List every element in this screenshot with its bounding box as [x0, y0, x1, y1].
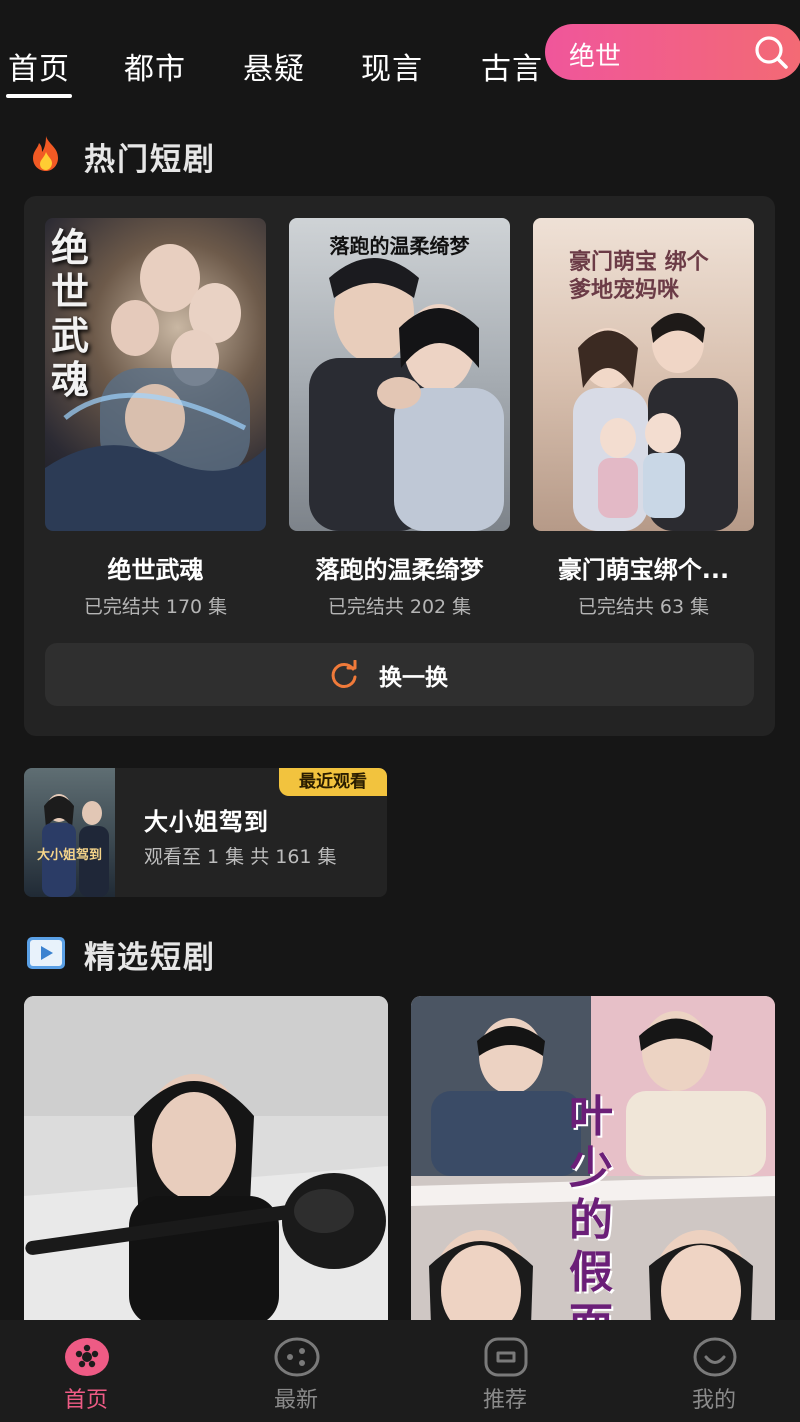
hot-panel: 绝世武魂 绝世武魂 已完结共 170 集 落跑的温柔绮梦 落跑的温柔绮梦 已完结… [24, 196, 775, 736]
drama-title: 落跑的温柔绮梦 [315, 556, 484, 584]
tab-modern-romance[interactable]: 现言 [361, 44, 423, 88]
search-icon[interactable] [753, 34, 789, 70]
bottom-nav: 首页 最新 推荐 我的 [0, 1320, 800, 1422]
recent-progress: 观看至 1 集 共 161 集 [144, 846, 337, 868]
drama-episodes: 已完结共 170 集 [83, 596, 228, 618]
thumbnail-title-art: 大小姐驾到 [36, 848, 102, 863]
tab-urban[interactable]: 都市 [124, 44, 186, 88]
recent-watch-card[interactable]: 大小姐驾到 最近观看 大小姐驾到 观看至 1 集 共 161 集 [24, 768, 387, 897]
drama-title: 绝世武魂 [107, 556, 204, 584]
poster-title-art: 豪门萌宝 绑个爹地宠妈咪 [569, 249, 709, 303]
poster-title-art: 落跑的温柔绮梦 [329, 234, 470, 258]
drama-episodes: 已完结共 202 集 [327, 596, 472, 618]
drama-title: 豪门萌宝绑个... [557, 556, 730, 584]
latest-icon [274, 1337, 320, 1377]
recent-thumbnail[interactable]: 大小姐驾到 [24, 768, 115, 897]
drama-poster[interactable]: 豪门萌宝 绑个爹地宠妈咪 [533, 218, 754, 531]
profile-icon [693, 1337, 737, 1377]
tab-mystery[interactable]: 悬疑 [243, 44, 305, 88]
hot-section-title: 热门短剧 [84, 142, 216, 178]
play-icon [27, 937, 65, 969]
recent-title: 大小姐驾到 [144, 808, 269, 836]
search-bar[interactable]: 绝世 [545, 24, 800, 80]
recent-badge: 最近观看 [279, 768, 387, 796]
tab-home[interactable]: 首页 [6, 44, 72, 98]
search-placeholder: 绝世 [569, 42, 622, 72]
nav-profile[interactable]: 我的 [654, 1320, 774, 1422]
recommend-icon [484, 1337, 528, 1377]
poster-title-art: 绝世武魂 [51, 225, 90, 402]
refresh-button[interactable]: 换一换 [45, 643, 754, 706]
featured-poster[interactable] [24, 996, 388, 1326]
nav-recommend[interactable]: 推荐 [445, 1320, 565, 1422]
drama-poster[interactable]: 落跑的温柔绮梦 [289, 218, 510, 531]
featured-poster-title-art: 叶少的假面 [569, 1091, 613, 1326]
nav-home[interactable]: 首页 [26, 1320, 146, 1422]
refresh-icon [331, 660, 357, 688]
featured-poster[interactable]: 叶少的假面 [411, 996, 775, 1326]
tab-ancient-romance[interactable]: 古言 [481, 44, 543, 88]
nav-latest[interactable]: 最新 [236, 1320, 356, 1422]
nav-recommend-label: 推荐 [482, 1388, 527, 1413]
drama-episodes: 已完结共 63 集 [577, 596, 710, 618]
drama-poster[interactable]: 绝世武魂 [45, 218, 266, 531]
featured-section-title: 精选短剧 [84, 940, 216, 976]
fire-icon [33, 136, 58, 171]
thumbnail-art [42, 794, 109, 897]
refresh-label: 换一换 [379, 665, 448, 691]
nav-profile-label: 我的 [691, 1388, 736, 1413]
nav-latest-label: 最新 [273, 1388, 318, 1413]
poster-art [309, 258, 504, 531]
nav-home-label: 首页 [63, 1388, 108, 1413]
featured-poster-art [24, 996, 388, 1326]
home-icon [65, 1338, 109, 1376]
top-bar: 首页 都市 悬疑 现言 古言 绝世 [0, 0, 800, 100]
